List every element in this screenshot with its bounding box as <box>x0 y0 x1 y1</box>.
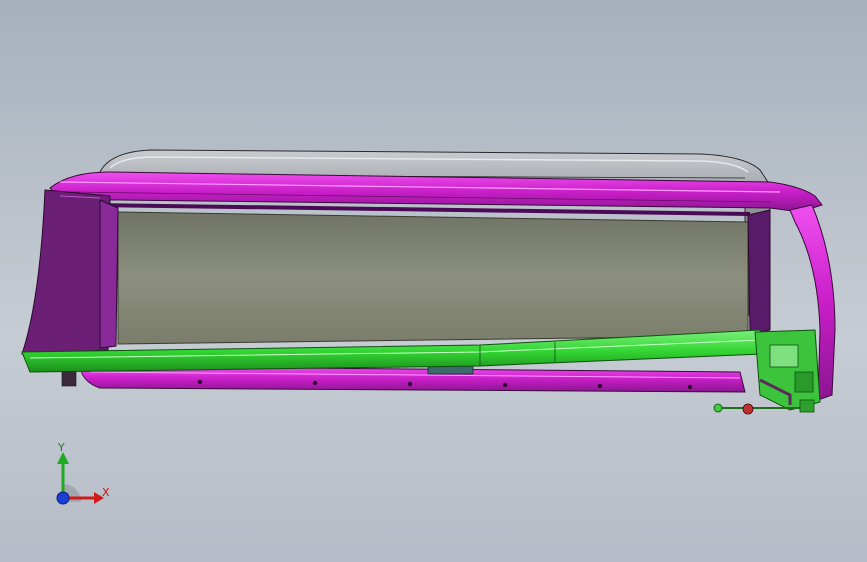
sunroof-assembly-model[interactable] <box>0 0 867 562</box>
coordinate-triad: Y X <box>40 432 120 512</box>
x-axis-label: X <box>102 486 110 499</box>
glass-panel <box>117 211 749 345</box>
y-axis-label: Y <box>58 441 65 454</box>
triad-axes <box>56 452 104 505</box>
frame-left-end <box>21 189 111 355</box>
cad-3d-viewport[interactable]: Y X <box>0 0 867 562</box>
